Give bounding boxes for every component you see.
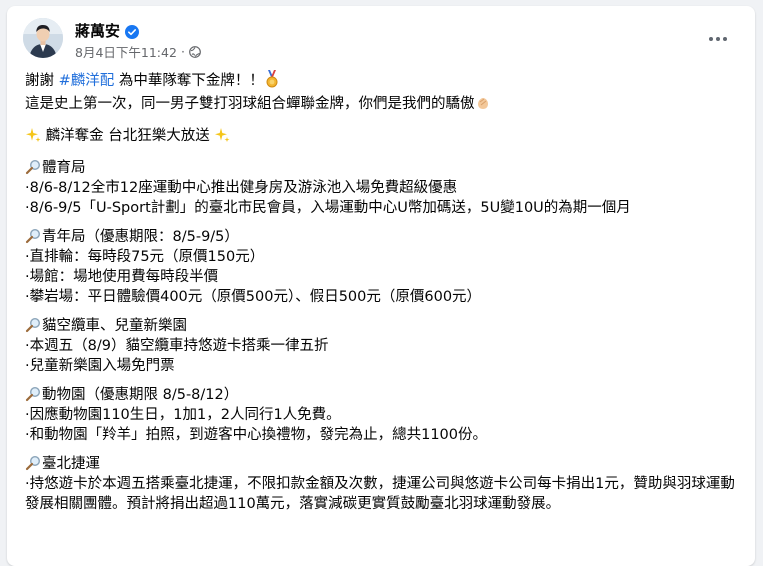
highlight-text: 麟洋奪金 台北狂樂大放送 — [45, 128, 210, 144]
hashtag-link[interactable]: #麟洋配 — [59, 73, 115, 89]
verified-badge-icon — [125, 24, 140, 39]
list-item: ·因應動物園110生日，1加1，2人同行1人免費。 — [25, 407, 341, 423]
intro-paragraph: 謝謝 #麟洋配 為中華隊奪下金牌！！ 這是史上第一次，同一男子雙打羽球組合蟬聯金… — [25, 70, 743, 117]
more-options-icon[interactable] — [703, 24, 733, 54]
post-header: 蔣萬安 8月4日下午11:42 · — [23, 18, 743, 62]
section-title-text: 臺北捷運 — [42, 456, 100, 472]
post-body: 謝謝 #麟洋配 為中華隊奪下金牌！！ 這是史上第一次，同一男子雙打羽球組合蟬聯金… — [25, 70, 743, 523]
post-meta: 8月4日下午11:42 · — [75, 42, 201, 61]
globe-icon[interactable] — [189, 45, 201, 58]
intro-suffix: 為中華隊奪下金牌！！ — [114, 73, 264, 89]
section-title: 動物園（優惠期限 8/5-8/12） — [25, 385, 743, 405]
intro-line-2: 這是史上第一次，同一男子雙打羽球組合蟬聯金牌，你們是我們的驕傲 — [25, 94, 743, 117]
list-item: ·場館：場地使用費每時段半價 — [25, 269, 219, 285]
list-item: ·兒童新樂園入場免門票 — [25, 358, 175, 374]
section-title: 體育局 — [25, 158, 743, 178]
intro-line-2-text: 這是史上第一次，同一男子雙打羽球組合蟬聯金牌，你們是我們的驕傲 — [25, 96, 475, 112]
magnifier-icon — [25, 228, 41, 244]
list-item: ·攀岩場：平日體驗價400元（原價500元）、假日500元（原價600元） — [25, 289, 482, 305]
sparkles-icon — [25, 127, 41, 149]
author-line: 蔣萬安 — [75, 20, 140, 41]
section-title-text: 貓空纜車、兒童新樂園 — [42, 318, 187, 334]
list-item: ·8/6-8/12全市12座運動中心推出健身房及游泳池入場免費超級優惠 — [25, 180, 458, 196]
magnifier-icon — [25, 455, 41, 471]
section-sports-bureau: 體育局 ·8/6-8/12全市12座運動中心推出健身房及游泳池入場免費超級優惠 … — [25, 158, 743, 218]
section-zoo: 動物園（優惠期限 8/5-8/12） ·因應動物園110生日，1加1，2人同行1… — [25, 385, 743, 445]
medal-icon — [264, 70, 280, 94]
list-item: ·本週五（8/9）貓空纜車持悠遊卡搭乘一律五折 — [25, 338, 329, 354]
list-item: ·8/6-9/5「U-Sport計劃」的臺北市民會員，入場運動中心U幣加碼送，5… — [25, 200, 631, 216]
section-title-text: 動物園（優惠期限 8/5-8/12） — [42, 387, 239, 403]
section-title-text: 體育局 — [42, 160, 86, 176]
list-item: ·持悠遊卡於本週五搭乘臺北捷運，不限扣款金額及次數，捷運公司與悠遊卡公司每卡捐出… — [25, 476, 735, 512]
sparkles-icon — [214, 127, 230, 149]
author-name[interactable]: 蔣萬安 — [75, 20, 120, 41]
magnifier-icon — [25, 317, 41, 333]
highlight-line: 麟洋奪金 台北狂樂大放送 — [25, 126, 743, 149]
section-gondola-park: 貓空纜車、兒童新樂園 ·本週五（8/9）貓空纜車持悠遊卡搭乘一律五折 ·兒童新樂… — [25, 316, 743, 376]
section-title: 貓空纜車、兒童新樂園 — [25, 316, 743, 336]
section-title: 青年局（優惠期限：8/5-9/5） — [25, 227, 743, 247]
avatar[interactable] — [23, 18, 63, 58]
magnifier-icon — [25, 159, 41, 175]
section-youth-bureau: 青年局（優惠期限：8/5-9/5） ·直排輪：每時段75元（原價150元） ·場… — [25, 227, 743, 307]
intro-line-1: 謝謝 #麟洋配 為中華隊奪下金牌！！ — [25, 70, 743, 94]
clap-icon — [475, 95, 491, 117]
post-timestamp[interactable]: 8月4日下午11:42 — [75, 42, 177, 61]
section-title: 臺北捷運 — [25, 454, 743, 474]
highlight-paragraph: 麟洋奪金 台北狂樂大放送 — [25, 126, 743, 149]
magnifier-icon — [25, 386, 41, 402]
meta-separator: · — [180, 44, 185, 59]
post-card: 蔣萬安 8月4日下午11:42 · 謝謝 #麟洋配 為中華隊奪下金牌！！ 這是史… — [7, 6, 755, 566]
list-item: ·直排輪：每時段75元（原價150元） — [25, 249, 265, 265]
section-metro: 臺北捷運 ·持悠遊卡於本週五搭乘臺北捷運，不限扣款金額及次數，捷運公司與悠遊卡公… — [25, 454, 743, 514]
intro-prefix: 謝謝 — [25, 73, 59, 89]
section-title-text: 青年局（優惠期限：8/5-9/5） — [42, 229, 239, 245]
list-item: ·和動物園「羚羊」拍照，到遊客中心換禮物，發完為止，總共1100份。 — [25, 427, 488, 443]
